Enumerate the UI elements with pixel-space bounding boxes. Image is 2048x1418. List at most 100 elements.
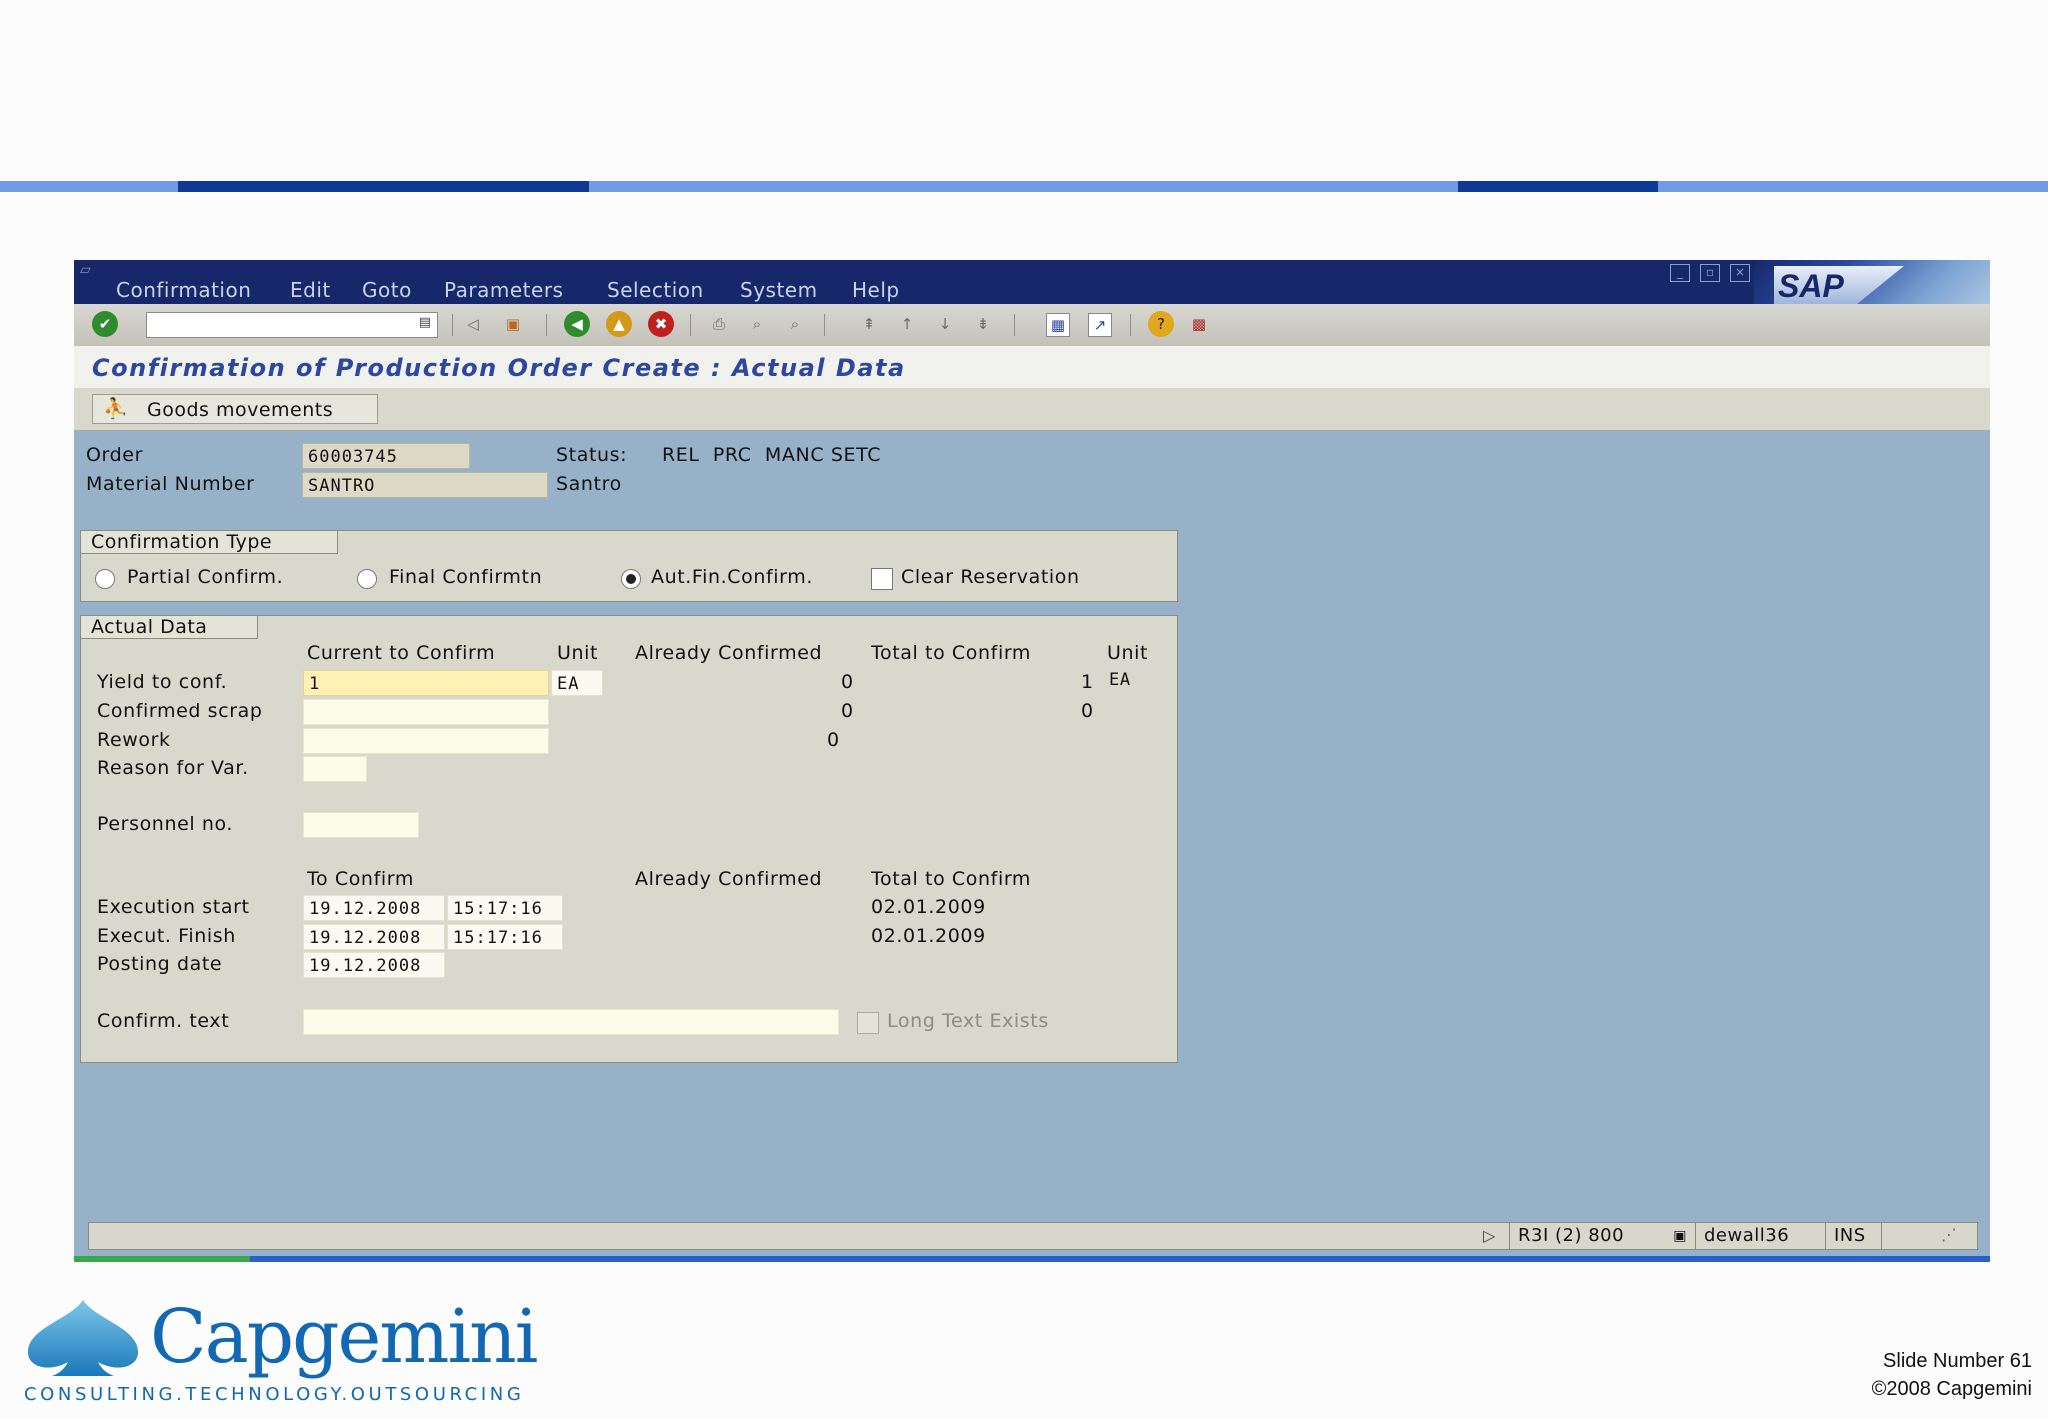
confirmation-type-title: Confirmation Type — [80, 530, 338, 554]
material-number-label: Material Number — [86, 473, 255, 495]
last-page-icon[interactable]: ⇟ — [972, 313, 994, 335]
page-title: Confirmation of Production Order Create … — [92, 354, 906, 382]
personnel-label: Personnel no. — [97, 813, 234, 835]
rework-already: 0 — [827, 729, 840, 751]
col-already-confirmed: Already Confirmed — [635, 642, 823, 664]
find-next-icon[interactable]: ⌕ — [784, 313, 806, 335]
command-history-icon[interactable]: ▤ — [419, 315, 431, 330]
scrap-total: 0 — [1081, 700, 1094, 722]
enter-icon[interactable]: ✔ — [92, 311, 118, 337]
menu-selection[interactable]: Selection — [607, 278, 704, 302]
title-bar: Confirmation of Production Order Create … — [74, 346, 1990, 388]
slide-number: Slide Number 61 — [1883, 1350, 2032, 1372]
menu-help[interactable]: Help — [852, 278, 900, 302]
col-unit: Unit — [557, 642, 599, 664]
minimize-icon[interactable]: _ — [1670, 264, 1690, 282]
menu-system[interactable]: System — [740, 278, 818, 302]
posting-date-input[interactable]: 19.12.2008 — [303, 952, 445, 978]
personnel-input[interactable] — [303, 812, 419, 838]
order-label: Order — [86, 444, 143, 466]
yield-already: 0 — [841, 671, 854, 693]
partial-confirm-label: Partial Confirm. — [127, 566, 284, 588]
capgemini-logo: Capgemini CONSULTING.TECHNOLOGY.OUTSOURC… — [22, 1294, 538, 1408]
actual-data-title: Actual Data — [80, 615, 258, 639]
rework-label: Rework — [97, 729, 171, 751]
brand-name: Capgemini — [150, 1294, 538, 1380]
radio-auto-final-confirm[interactable] — [621, 569, 641, 589]
insert-mode[interactable]: INS — [1825, 1223, 1881, 1249]
standard-toolbar: ✔ ▤ ◁ ▣ ◀ ▲ ✖ ⎙ ⌕ ⌕ ⇞ ↑ ↓ ⇟ ▦ ↗ ? ▩ — [74, 304, 1990, 347]
print-icon[interactable]: ⎙ — [708, 313, 730, 335]
back-arrow-icon[interactable]: ◁ — [462, 313, 484, 335]
status-bar: ▷ R3I (2) 800 ▣ dewall36 INS ⋰ — [88, 1222, 1978, 1250]
radio-partial-confirm[interactable] — [95, 569, 115, 589]
shortcut-icon[interactable]: ↗ — [1088, 313, 1112, 337]
menu-confirmation[interactable]: Confirmation — [116, 278, 251, 302]
long-text-label: Long Text Exists — [887, 1010, 1049, 1032]
command-field[interactable]: ▤ — [146, 312, 438, 338]
close-icon[interactable]: × — [1730, 264, 1750, 282]
create-session-icon[interactable]: ▦ — [1046, 313, 1070, 337]
col-dates-already-confirmed: Already Confirmed — [635, 868, 823, 890]
yield-unit-total: EA — [1109, 670, 1131, 690]
exec-finish-time-input[interactable]: 15:17:16 — [447, 924, 563, 950]
find-icon[interactable]: ⌕ — [746, 313, 768, 335]
yield-total: 1 — [1081, 671, 1094, 693]
menu-goto[interactable]: Goto — [362, 278, 412, 302]
application-toolbar: ⛹ Goods movements — [74, 388, 1990, 431]
sap-logo: SAP — [1774, 266, 1904, 306]
exec-start-date-input[interactable]: 19.12.2008 — [303, 895, 445, 921]
yield-label: Yield to conf. — [97, 671, 228, 693]
help-icon[interactable]: ? — [1148, 311, 1174, 337]
menu-edit[interactable]: Edit — [290, 278, 331, 302]
goods-movements-button[interactable]: ⛹ Goods movements — [92, 394, 378, 424]
back-icon[interactable]: ◀ — [564, 311, 590, 337]
window-menu-icon[interactable]: ▱ — [80, 262, 91, 278]
exec-start-label: Execution start — [97, 896, 250, 918]
col-current-to-confirm: Current to Confirm — [307, 642, 496, 664]
status-expand-icon[interactable]: ▷ — [1483, 1226, 1495, 1245]
col-total-to-confirm: Total to Confirm — [871, 642, 1032, 664]
reason-input[interactable] — [303, 756, 367, 782]
exec-start-time-input[interactable]: 15:17:16 — [447, 895, 563, 921]
previous-page-icon[interactable]: ↑ — [896, 313, 918, 335]
goods-movements-label: Goods movements — [147, 399, 334, 421]
confirmation-type-group: Confirmation Type Partial Confirm. Final… — [80, 530, 1178, 602]
status-value: REL PRC MANC SETC — [662, 444, 882, 466]
system-info-icon: ▣ — [1673, 1228, 1687, 1244]
status-label: Status: — [556, 444, 628, 466]
exec-finish-date-input[interactable]: 19.12.2008 — [303, 924, 445, 950]
yield-unit-input[interactable]: EA — [551, 670, 603, 696]
clear-reservation-checkbox[interactable] — [871, 568, 893, 590]
cancel-icon[interactable]: ✖ — [648, 311, 674, 337]
reason-label: Reason for Var. — [97, 757, 249, 779]
spade-icon — [27, 1300, 139, 1376]
exit-icon[interactable]: ▲ — [606, 311, 632, 337]
material-description: Santro — [556, 473, 622, 495]
actual-data-group: Actual Data Current to Confirm Unit Alre… — [80, 615, 1178, 1063]
resize-grip-icon[interactable]: ⋰ — [1941, 1225, 1957, 1244]
exec-finish-label: Execut. Finish — [97, 925, 236, 947]
order-field[interactable]: 60003745 — [302, 443, 470, 469]
yield-input[interactable]: 1 — [303, 670, 549, 696]
system-info-text: R3I (2) 800 — [1518, 1225, 1625, 1246]
save-icon[interactable]: ▣ — [502, 313, 524, 335]
long-text-checkbox — [857, 1012, 879, 1034]
radio-final-confirm[interactable] — [357, 569, 377, 589]
layout-menu-icon[interactable]: ▩ — [1188, 313, 1210, 335]
scrap-already: 0 — [841, 700, 854, 722]
rework-input[interactable] — [303, 728, 549, 754]
col-to-confirm: To Confirm — [307, 868, 414, 890]
material-number-field[interactable]: SANTRO — [302, 472, 548, 498]
status-empty-field — [1881, 1223, 1931, 1249]
next-page-icon[interactable]: ↓ — [934, 313, 956, 335]
confirm-text-input[interactable] — [303, 1009, 839, 1035]
user-info: dewall36 — [1695, 1223, 1825, 1249]
scrap-input[interactable] — [303, 699, 549, 725]
sap-window: ▱ Confirmation Edit Goto Parameters Sele… — [74, 260, 1990, 1262]
clear-reservation-label: Clear Reservation — [901, 566, 1080, 588]
system-info[interactable]: R3I (2) 800 ▣ — [1509, 1223, 1695, 1249]
maximize-icon[interactable]: ▫ — [1700, 264, 1720, 282]
first-page-icon[interactable]: ⇞ — [858, 313, 880, 335]
menu-parameters[interactable]: Parameters — [444, 278, 563, 302]
